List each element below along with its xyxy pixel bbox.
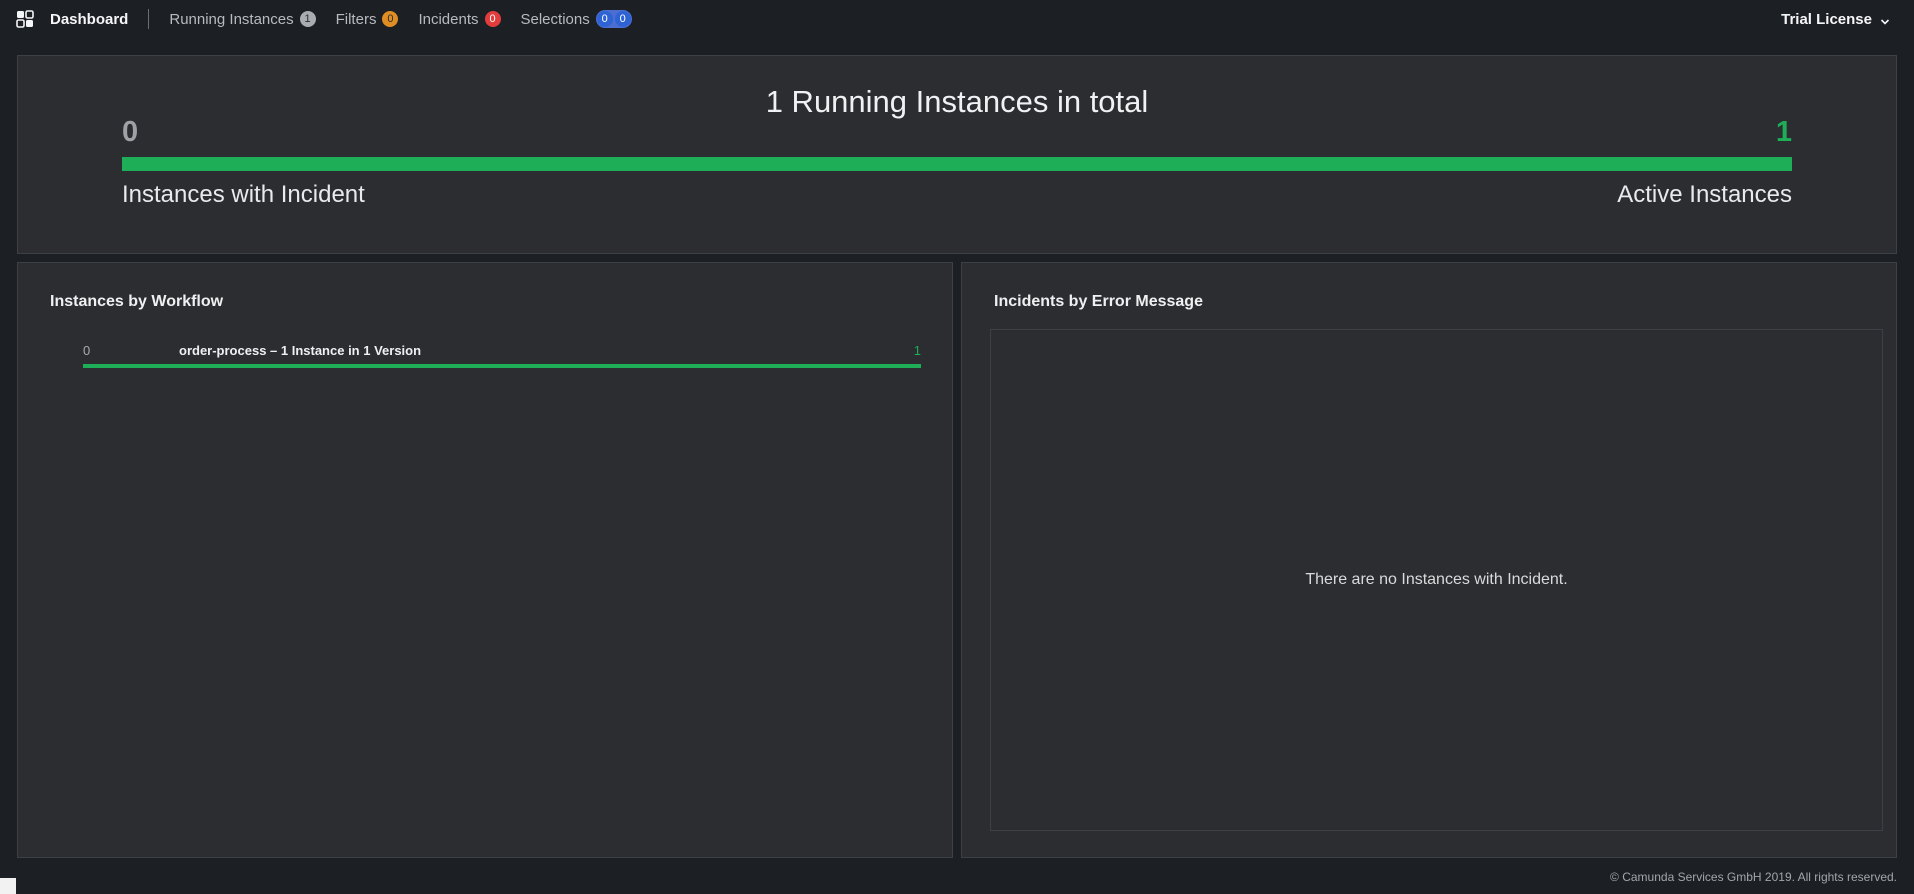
nav-running-instances-label: Running Instances xyxy=(169,10,294,28)
incidents-empty-message: There are no Instances with Incident. xyxy=(1305,571,1568,588)
incident-instances-count[interactable]: 0 xyxy=(122,116,138,149)
nav-divider xyxy=(148,9,150,29)
camunda-logo-icon[interactable] xyxy=(16,10,34,28)
running-instances-count-badge: 1 xyxy=(299,11,316,27)
summary-title[interactable]: 1 Running Instances in total xyxy=(18,84,1896,120)
incidents-count-badge: 0 xyxy=(484,11,501,27)
workflow-label: order-process – 1 Instance in 1 Version xyxy=(179,343,422,358)
license-dropdown[interactable]: Trial License xyxy=(1781,11,1890,28)
nav-running-instances[interactable]: Running Instances 1 xyxy=(169,10,316,28)
nav-selections[interactable]: Selections 0 0 xyxy=(521,10,632,28)
workflow-panel-title: Instances by Workflow xyxy=(50,293,224,310)
workflow-active-count: 1 xyxy=(913,343,921,358)
nav-selections-label: Selections xyxy=(520,10,590,28)
selections-badge-group: 0 0 xyxy=(595,10,632,28)
corner-square xyxy=(0,878,16,894)
instances-progress-bar xyxy=(122,157,1792,171)
license-label: Trial License xyxy=(1781,10,1872,28)
footer-copyright: © Camunda Services GmbH 2019. All rights… xyxy=(1610,870,1897,884)
instances-by-workflow-panel: Instances by Workflow 0 order-process – … xyxy=(17,262,953,858)
incidents-by-error-panel: Incidents by Error Message There are no … xyxy=(961,262,1897,858)
active-instances-count[interactable]: 1 xyxy=(1776,116,1792,149)
filters-count-badge: 0 xyxy=(382,11,399,27)
nav-incidents[interactable]: Incidents 0 xyxy=(418,10,501,28)
incidents-panel-title: Incidents by Error Message xyxy=(994,293,1203,310)
chevron-down-icon xyxy=(1880,14,1890,25)
active-instances-label[interactable]: Active Instances xyxy=(1617,181,1792,209)
selections-count-badge-a: 0 xyxy=(596,11,613,27)
nav-dashboard[interactable]: Dashboard xyxy=(50,11,128,28)
workflow-row[interactable]: 0 order-process – 1 Instance in 1 Versio… xyxy=(83,343,921,368)
selections-count-badge-b: 0 xyxy=(614,11,631,27)
top-nav: Dashboard Running Instances 1 Filters 0 … xyxy=(0,0,1914,38)
nav-filters[interactable]: Filters 0 xyxy=(336,11,399,28)
nav-filters-label: Filters xyxy=(335,10,377,28)
incident-instances-label[interactable]: Instances with Incident xyxy=(122,181,365,209)
workflow-incident-count: 0 xyxy=(83,343,91,358)
workflow-progress-bar xyxy=(83,364,921,368)
running-instances-summary-panel: 1 Running Instances in total 0 1 Instanc… xyxy=(17,55,1897,254)
nav-incidents-label: Incidents xyxy=(418,10,479,28)
incidents-empty-box: There are no Instances with Incident. xyxy=(990,329,1883,831)
